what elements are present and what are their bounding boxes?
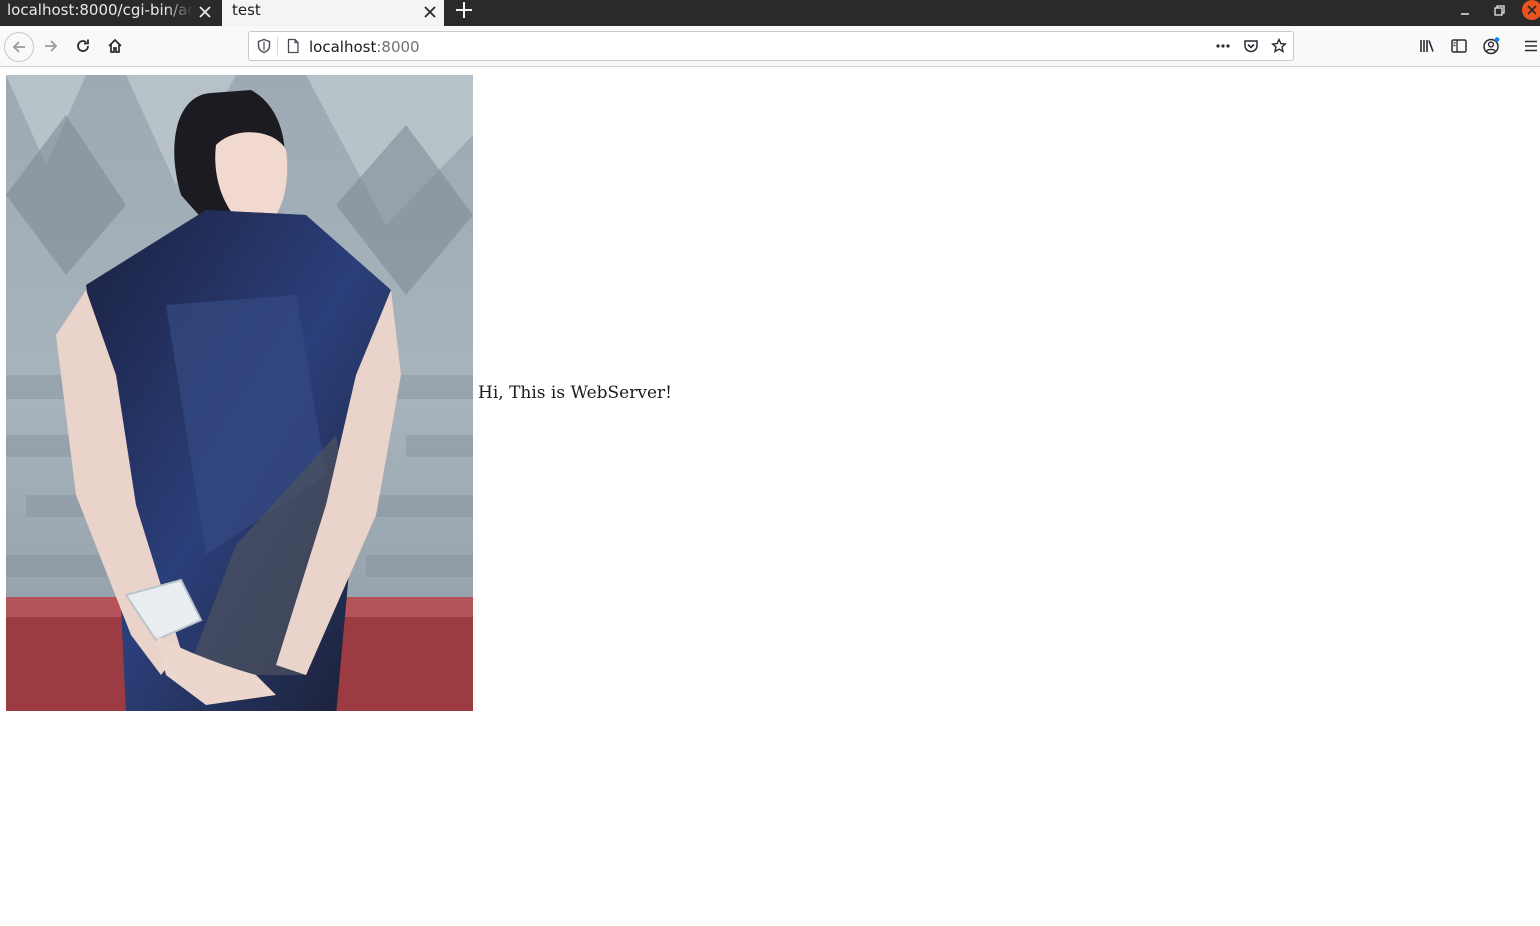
- forward-button[interactable]: [37, 32, 65, 60]
- more-actions-icon[interactable]: [1215, 38, 1231, 54]
- sidebar-icon: [1451, 39, 1467, 53]
- account-icon: [1483, 37, 1500, 55]
- home-icon: [108, 38, 122, 53]
- sidebar-button[interactable]: [1445, 32, 1473, 60]
- url-text[interactable]: localhost:8000: [309, 38, 420, 56]
- new-tab-icon[interactable]: [454, 0, 474, 20]
- arrow-left-icon: [12, 41, 25, 53]
- menu-button[interactable]: [1517, 32, 1540, 60]
- back-button[interactable]: [4, 32, 34, 62]
- hamburger-menu-icon: [1525, 40, 1537, 52]
- tab-label: test: [232, 1, 261, 19]
- url-separator: [277, 37, 278, 55]
- shield-icon[interactable]: [256, 38, 272, 54]
- close-icon[interactable]: [421, 3, 439, 21]
- page-content: Hi, This is WebServer!: [0, 67, 1540, 926]
- tab-label: localhost:8000/cgi-bin/adde: [7, 1, 193, 19]
- reload-button[interactable]: [69, 32, 97, 60]
- url-host: localhost: [309, 38, 377, 56]
- sync-dot: [1494, 37, 1500, 42]
- library-button[interactable]: [1413, 32, 1441, 60]
- page-message: Hi, This is WebServer!: [478, 383, 672, 403]
- home-button[interactable]: [101, 32, 129, 60]
- library-icon: [1420, 40, 1434, 52]
- close-icon: [1527, 5, 1537, 15]
- restore-icon[interactable]: [1490, 2, 1508, 20]
- photo-illustration: [6, 75, 473, 711]
- tab-strip: localhost:8000/cgi-bin/adde test: [0, 0, 1540, 26]
- account-button[interactable]: [1477, 32, 1505, 60]
- pocket-icon[interactable]: [1243, 38, 1259, 54]
- window-close-button[interactable]: [1522, 0, 1540, 20]
- photo-image: [6, 75, 473, 711]
- content-row: Hi, This is WebServer!: [6, 75, 672, 711]
- address-bar[interactable]: localhost:8000: [248, 31, 1294, 61]
- url-port: :8000: [376, 38, 420, 56]
- tab-test[interactable]: test: [222, 0, 444, 26]
- reload-icon: [77, 39, 89, 52]
- minimize-icon[interactable]: [1456, 2, 1474, 20]
- tab-cgi-bin[interactable]: localhost:8000/cgi-bin/adde: [0, 0, 222, 26]
- page-icon[interactable]: [285, 38, 301, 54]
- close-icon[interactable]: [196, 3, 214, 21]
- bookmark-star-icon[interactable]: [1271, 38, 1287, 54]
- navigation-toolbar: localhost:8000: [0, 26, 1540, 67]
- arrow-right-icon: [45, 40, 58, 52]
